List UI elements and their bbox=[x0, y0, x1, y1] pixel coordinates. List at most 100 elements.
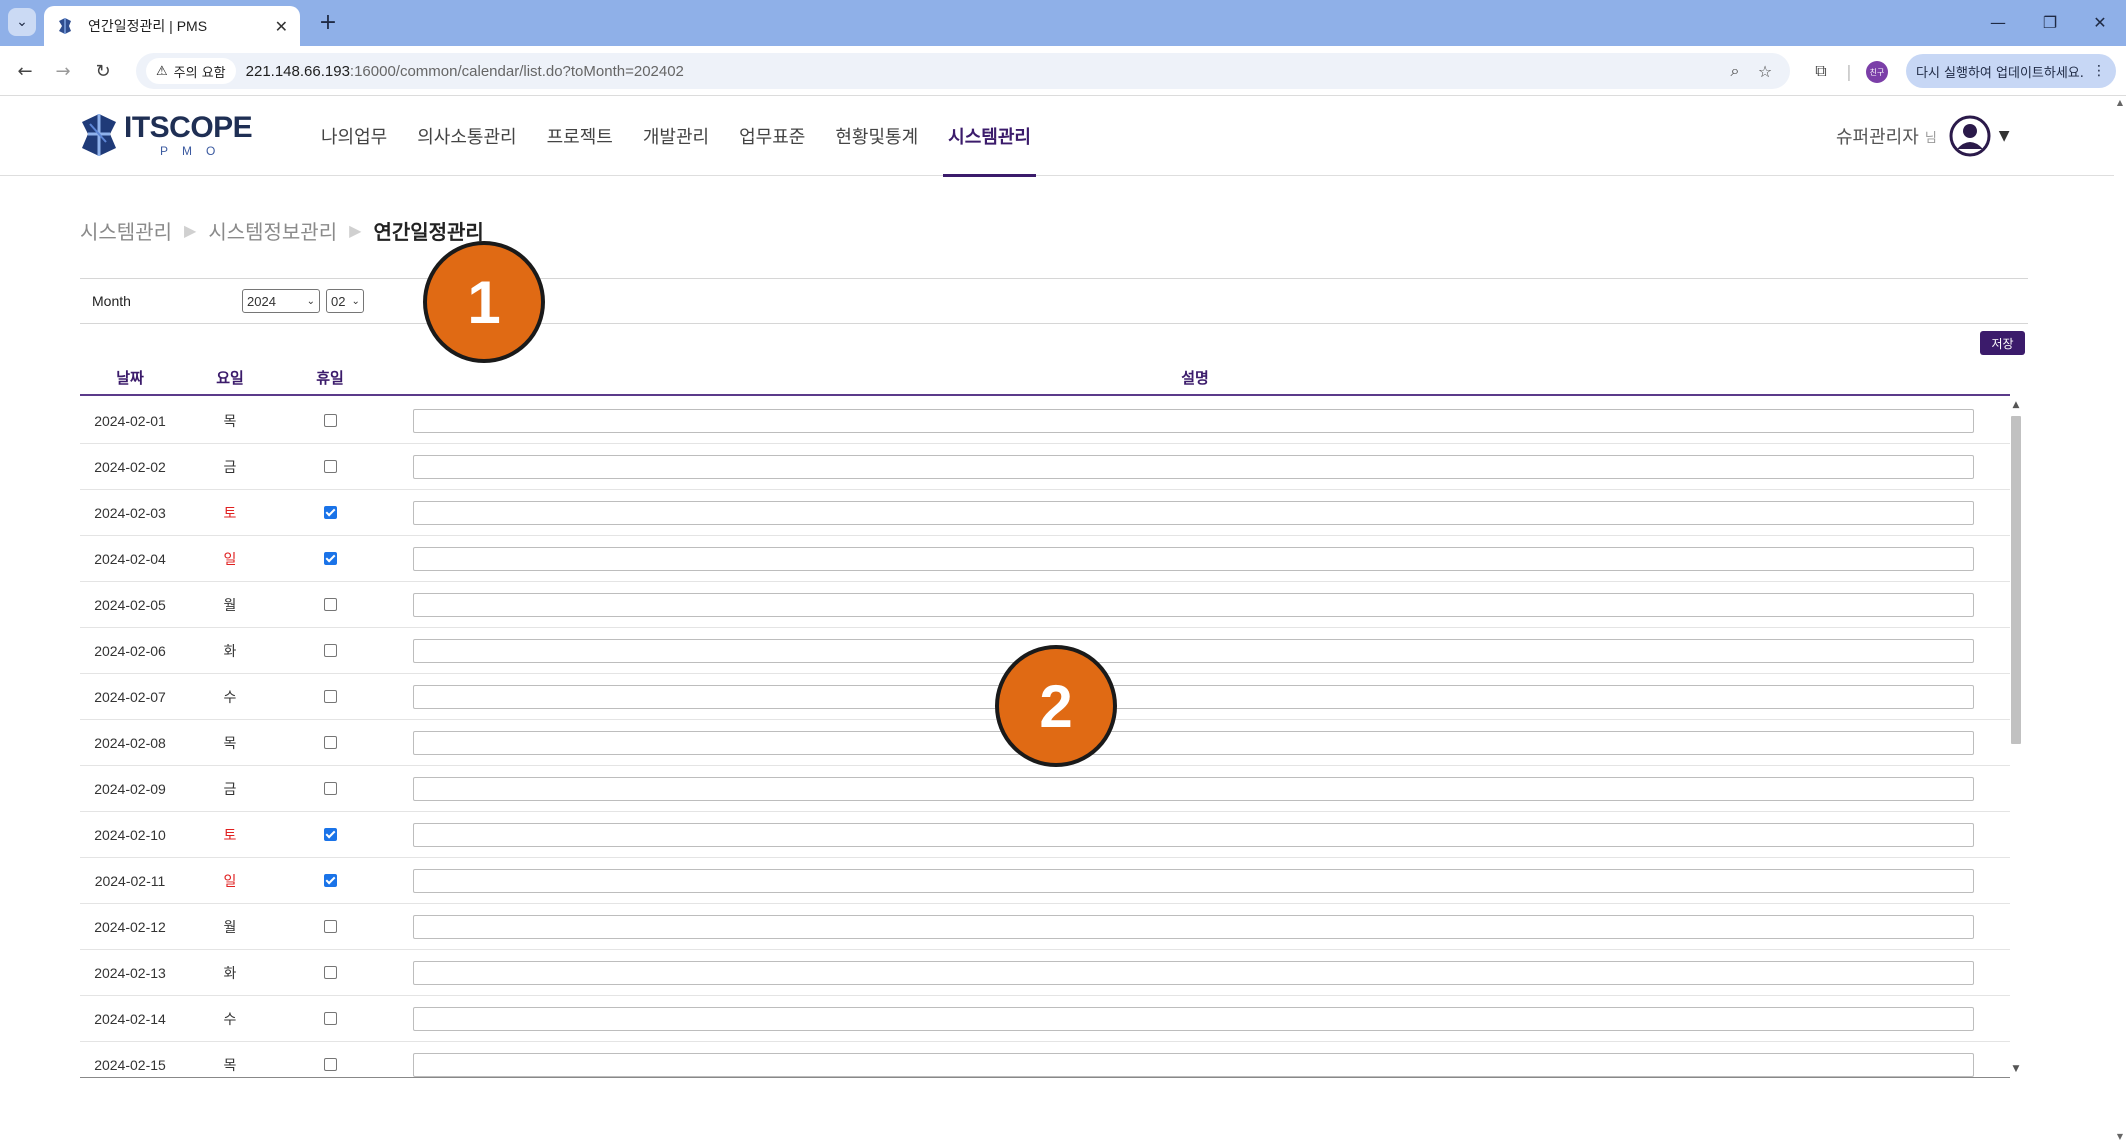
url-text[interactable]: 221.148.66.193:16000/common/calendar/lis… bbox=[246, 63, 1720, 80]
tab-search-icon[interactable]: ⌄ bbox=[8, 8, 36, 36]
restore-icon[interactable]: ❐ bbox=[2030, 6, 2070, 38]
address-bar-row: ← → ↻ ⚠ 주의 요함 221.148.66.193:16000/commo… bbox=[0, 46, 2126, 96]
holiday-checkbox[interactable] bbox=[323, 828, 337, 841]
nav-work-standard[interactable]: 업무표준 bbox=[724, 96, 820, 176]
month-label: Month bbox=[92, 293, 131, 309]
description-input[interactable] bbox=[413, 822, 1974, 847]
page-scrollbar[interactable]: ▲ ▼ bbox=[2114, 96, 2126, 1143]
holiday-checkbox[interactable] bbox=[323, 736, 337, 749]
save-button[interactable]: 저장 bbox=[1980, 331, 2025, 355]
description-input[interactable] bbox=[413, 684, 1974, 709]
update-label: 다시 실행하여 업데이트하세요. bbox=[1916, 65, 2084, 81]
row-date: 2024-02-06 bbox=[94, 642, 166, 659]
annotation-marker-2: 2 bbox=[995, 645, 1117, 767]
user-caret-icon[interactable]: ▼ bbox=[1999, 128, 2010, 144]
breadcrumb-system-admin[interactable]: 시스템관리 bbox=[80, 216, 172, 245]
page-scroll-up-icon[interactable]: ▲ bbox=[2114, 98, 2126, 107]
warning-icon: ⚠ bbox=[156, 63, 168, 79]
holiday-checkbox[interactable] bbox=[323, 1012, 337, 1025]
holiday-checkbox[interactable] bbox=[323, 552, 337, 565]
description-input[interactable] bbox=[413, 638, 1974, 663]
window-close-icon[interactable]: ✕ bbox=[2080, 6, 2120, 38]
row-date: 2024-02-09 bbox=[94, 780, 166, 797]
description-input[interactable] bbox=[413, 960, 1974, 985]
description-input[interactable] bbox=[413, 776, 1974, 801]
page-title: 연간일정관리 bbox=[373, 220, 484, 244]
holiday-checkbox[interactable] bbox=[323, 598, 337, 611]
nav-communication[interactable]: 의사소통관리 bbox=[402, 96, 531, 176]
month-select[interactable]: 02 ⌄ bbox=[326, 289, 364, 313]
url-omnibox[interactable]: ⚠ 주의 요함 221.148.66.193:16000/common/cale… bbox=[136, 53, 1790, 89]
holiday-checkbox[interactable] bbox=[323, 920, 337, 933]
nav-system-admin[interactable]: 시스템관리 bbox=[933, 96, 1046, 177]
logo[interactable]: ITSCOPE PMO bbox=[78, 110, 253, 160]
forward-icon[interactable]: → bbox=[48, 56, 78, 86]
row-holiday-cell bbox=[280, 1012, 380, 1025]
row-weekday: 금 bbox=[223, 781, 237, 798]
zoom-icon[interactable]: ⌕ bbox=[1720, 61, 1750, 81]
description-input[interactable] bbox=[413, 408, 1974, 433]
user-menu[interactable]: 슈퍼관리자 님 ▼ bbox=[1836, 112, 2010, 160]
header-date: 날짜 bbox=[116, 368, 144, 387]
description-input[interactable] bbox=[413, 914, 1974, 939]
nav-statistics[interactable]: 현황및통계 bbox=[820, 96, 933, 176]
scroll-up-icon[interactable]: ▲ bbox=[2008, 400, 2024, 410]
table-scrollbar[interactable]: ▲ ▼ bbox=[2008, 398, 2024, 1076]
description-input[interactable] bbox=[413, 730, 1974, 755]
row-description-cell bbox=[380, 684, 2010, 709]
header-holiday: 휴일 bbox=[316, 368, 344, 387]
year-select[interactable]: 2024 ⌄ bbox=[242, 289, 320, 313]
minimize-icon[interactable]: — bbox=[1978, 6, 2018, 38]
holiday-checkbox[interactable] bbox=[323, 874, 337, 887]
back-icon[interactable]: ← bbox=[10, 56, 40, 86]
new-tab-icon[interactable]: + bbox=[314, 8, 342, 36]
holiday-checkbox[interactable] bbox=[323, 782, 337, 795]
breadcrumb-system-info[interactable]: 시스템정보관리 bbox=[208, 216, 337, 245]
row-weekday: 일 bbox=[223, 873, 237, 890]
row-description-cell bbox=[380, 1052, 2010, 1077]
holiday-checkbox[interactable] bbox=[323, 506, 337, 519]
row-date: 2024-02-14 bbox=[94, 1010, 166, 1027]
profile-avatar[interactable]: 친구 bbox=[1866, 61, 1888, 83]
holiday-checkbox[interactable] bbox=[323, 644, 337, 657]
row-description-cell bbox=[380, 454, 2010, 479]
extensions-icon[interactable]: ⧉ bbox=[1808, 58, 1834, 84]
tab-close-icon[interactable]: ✕ bbox=[275, 17, 288, 36]
page-scroll-down-icon[interactable]: ▼ bbox=[2114, 1132, 2126, 1141]
row-weekday: 수 bbox=[223, 689, 237, 706]
bookmark-star-icon[interactable]: ☆ bbox=[1750, 62, 1780, 81]
nav-development[interactable]: 개발관리 bbox=[628, 96, 724, 176]
description-input[interactable] bbox=[413, 592, 1974, 617]
scrollbar-thumb[interactable] bbox=[2011, 416, 2021, 744]
holiday-checkbox[interactable] bbox=[323, 690, 337, 703]
table-row: 2024-02-09 금 bbox=[80, 766, 2010, 812]
description-input[interactable] bbox=[413, 546, 1974, 571]
row-description-cell bbox=[380, 960, 2010, 985]
description-input[interactable] bbox=[413, 1006, 1974, 1031]
description-input[interactable] bbox=[413, 868, 1974, 893]
table-row: 2024-02-10 토 bbox=[80, 812, 2010, 858]
holiday-checkbox[interactable] bbox=[323, 414, 337, 427]
description-input[interactable] bbox=[413, 500, 1974, 525]
update-button[interactable]: 다시 실행하여 업데이트하세요. ⋮ bbox=[1906, 54, 2116, 88]
holiday-checkbox[interactable] bbox=[323, 1058, 337, 1071]
row-weekday: 수 bbox=[223, 1011, 237, 1028]
security-chip[interactable]: ⚠ 주의 요함 bbox=[146, 58, 236, 84]
description-input[interactable] bbox=[413, 1052, 1974, 1077]
reload-icon[interactable]: ↻ bbox=[88, 56, 118, 86]
row-date: 2024-02-03 bbox=[94, 504, 166, 521]
scroll-down-icon[interactable]: ▼ bbox=[2008, 1064, 2024, 1074]
user-avatar-icon[interactable] bbox=[1949, 115, 1991, 157]
holiday-checkbox[interactable] bbox=[323, 966, 337, 979]
description-input[interactable] bbox=[413, 454, 1974, 479]
menu-dots-icon[interactable]: ⋮ bbox=[2092, 63, 2106, 79]
row-description-cell bbox=[380, 638, 2010, 663]
toolbar-divider: | bbox=[1846, 61, 1852, 81]
row-holiday-cell bbox=[280, 460, 380, 473]
table-row: 2024-02-13 화 bbox=[80, 950, 2010, 996]
browser-tab[interactable]: 연간일정관리 | PMS ✕ bbox=[44, 6, 300, 46]
nav-my-work[interactable]: 나의업무 bbox=[306, 96, 402, 176]
nav-project[interactable]: 프로젝트 bbox=[532, 96, 628, 176]
holiday-checkbox[interactable] bbox=[323, 460, 337, 473]
row-holiday-cell bbox=[280, 736, 380, 749]
